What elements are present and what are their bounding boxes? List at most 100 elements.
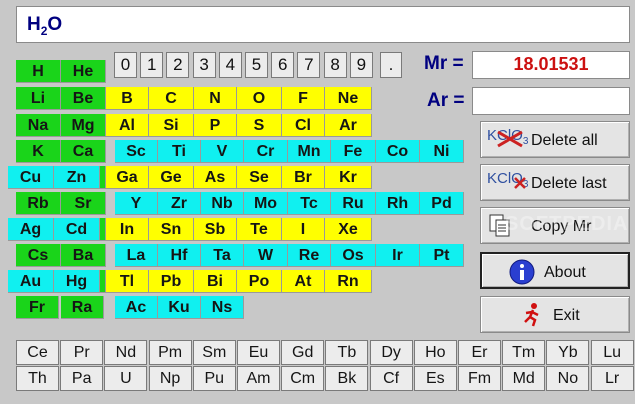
element-eu[interactable]: Eu [237, 340, 280, 365]
element-ce[interactable]: Ce [16, 340, 59, 365]
element-te[interactable]: Te [237, 218, 282, 241]
element-hf[interactable]: Hf [158, 244, 201, 267]
element-nb[interactable]: Nb [201, 192, 244, 215]
element-pb[interactable]: Pb [149, 270, 194, 293]
element-k[interactable]: K [16, 140, 61, 163]
element-at[interactable]: At [282, 270, 325, 293]
element-fe[interactable]: Fe [331, 140, 376, 163]
element-no[interactable]: No [546, 366, 590, 391]
element-sc[interactable]: Sc [115, 140, 158, 163]
element-br[interactable]: Br [282, 166, 325, 189]
element-v[interactable]: V [201, 140, 244, 163]
delete-last-button[interactable]: KClO3 Delete last [480, 164, 630, 201]
element-ni[interactable]: Ni [420, 140, 464, 163]
digit-key-4[interactable]: 4 [218, 52, 242, 78]
element-la[interactable]: La [115, 244, 158, 267]
element-ra[interactable]: Ra [61, 296, 104, 319]
element-kr[interactable]: Kr [325, 166, 372, 189]
about-button[interactable]: About [480, 252, 630, 289]
digit-key-dot[interactable]: . [380, 52, 402, 78]
element-tm[interactable]: Tm [502, 340, 546, 365]
element-rh[interactable]: Rh [376, 192, 420, 215]
element-w[interactable]: W [244, 244, 288, 267]
element-na[interactable]: Na [16, 114, 61, 137]
element-tb[interactable]: Tb [325, 340, 369, 365]
element-u[interactable]: U [104, 366, 148, 391]
digit-key-0[interactable]: 0 [114, 52, 137, 78]
digit-key-3[interactable]: 3 [192, 52, 216, 78]
element-ac[interactable]: Ac [115, 296, 158, 319]
element-er[interactable]: Er [458, 340, 501, 365]
element-zr[interactable]: Zr [158, 192, 201, 215]
element-cd[interactable]: Cd [54, 218, 100, 241]
element-fm[interactable]: Fm [458, 366, 501, 391]
element-cf[interactable]: Cf [369, 366, 413, 391]
element-ag[interactable]: Ag [8, 218, 54, 241]
digit-key-9[interactable]: 9 [349, 52, 373, 78]
digit-key-2[interactable]: 2 [166, 52, 190, 78]
element-cs[interactable]: Cs [16, 244, 61, 267]
element-re[interactable]: Re [288, 244, 331, 267]
element-cr[interactable]: Cr [244, 140, 288, 163]
element-co[interactable]: Co [376, 140, 420, 163]
element-dy[interactable]: Dy [369, 340, 413, 365]
element-hg[interactable]: Hg [54, 270, 100, 293]
element-ar[interactable]: Ar [325, 114, 372, 137]
element-xe[interactable]: Xe [325, 218, 372, 241]
element-ir[interactable]: Ir [376, 244, 420, 267]
element-se[interactable]: Se [237, 166, 282, 189]
element-nd[interactable]: Nd [104, 340, 148, 365]
element-po[interactable]: Po [237, 270, 282, 293]
element-mg[interactable]: Mg [61, 114, 106, 137]
element-ne[interactable]: Ne [325, 87, 372, 110]
element-lr[interactable]: Lr [590, 366, 634, 391]
digit-key-8[interactable]: 8 [323, 52, 347, 78]
element-mn[interactable]: Mn [288, 140, 331, 163]
element-bi[interactable]: Bi [194, 270, 237, 293]
formula-display[interactable]: H2O [16, 6, 630, 43]
element-ti[interactable]: Ti [158, 140, 201, 163]
element-md[interactable]: Md [502, 366, 546, 391]
element-pu[interactable]: Pu [192, 366, 236, 391]
digit-key-1[interactable]: 1 [140, 52, 164, 78]
element-cu[interactable]: Cu [8, 166, 54, 189]
element-i[interactable]: I [282, 218, 325, 241]
element-he[interactable]: He [61, 60, 106, 83]
element-ca[interactable]: Ca [61, 140, 106, 163]
element-os[interactable]: Os [331, 244, 376, 267]
element-ga[interactable]: Ga [106, 166, 149, 189]
element-pt[interactable]: Pt [420, 244, 464, 267]
element-bk[interactable]: Bk [325, 366, 369, 391]
element-sm[interactable]: Sm [192, 340, 236, 365]
element-sn[interactable]: Sn [149, 218, 194, 241]
element-o[interactable]: O [237, 87, 282, 110]
digit-key-5[interactable]: 5 [245, 52, 268, 78]
element-lu[interactable]: Lu [590, 340, 634, 365]
element-ge[interactable]: Ge [149, 166, 194, 189]
element-yb[interactable]: Yb [546, 340, 590, 365]
delete-all-button[interactable]: KClO3 Delete all [480, 121, 630, 158]
element-f[interactable]: F [282, 87, 325, 110]
element-cl[interactable]: Cl [282, 114, 325, 137]
element-es[interactable]: Es [413, 366, 457, 391]
element-h[interactable]: H [16, 60, 61, 83]
element-si[interactable]: Si [149, 114, 194, 137]
element-pm[interactable]: Pm [148, 340, 192, 365]
element-zn[interactable]: Zn [54, 166, 100, 189]
element-rn[interactable]: Rn [325, 270, 372, 293]
element-c[interactable]: C [149, 87, 194, 110]
element-fr[interactable]: Fr [16, 296, 59, 319]
element-p[interactable]: P [194, 114, 237, 137]
element-in[interactable]: In [106, 218, 149, 241]
element-au[interactable]: Au [8, 270, 54, 293]
element-ru[interactable]: Ru [331, 192, 376, 215]
element-cm[interactable]: Cm [281, 366, 325, 391]
element-gd[interactable]: Gd [281, 340, 325, 365]
element-s[interactable]: S [237, 114, 282, 137]
digit-key-6[interactable]: 6 [271, 52, 295, 78]
element-pd[interactable]: Pd [420, 192, 464, 215]
element-ku[interactable]: Ku [158, 296, 201, 319]
element-am[interactable]: Am [237, 366, 280, 391]
element-th[interactable]: Th [16, 366, 59, 391]
element-b[interactable]: B [106, 87, 149, 110]
